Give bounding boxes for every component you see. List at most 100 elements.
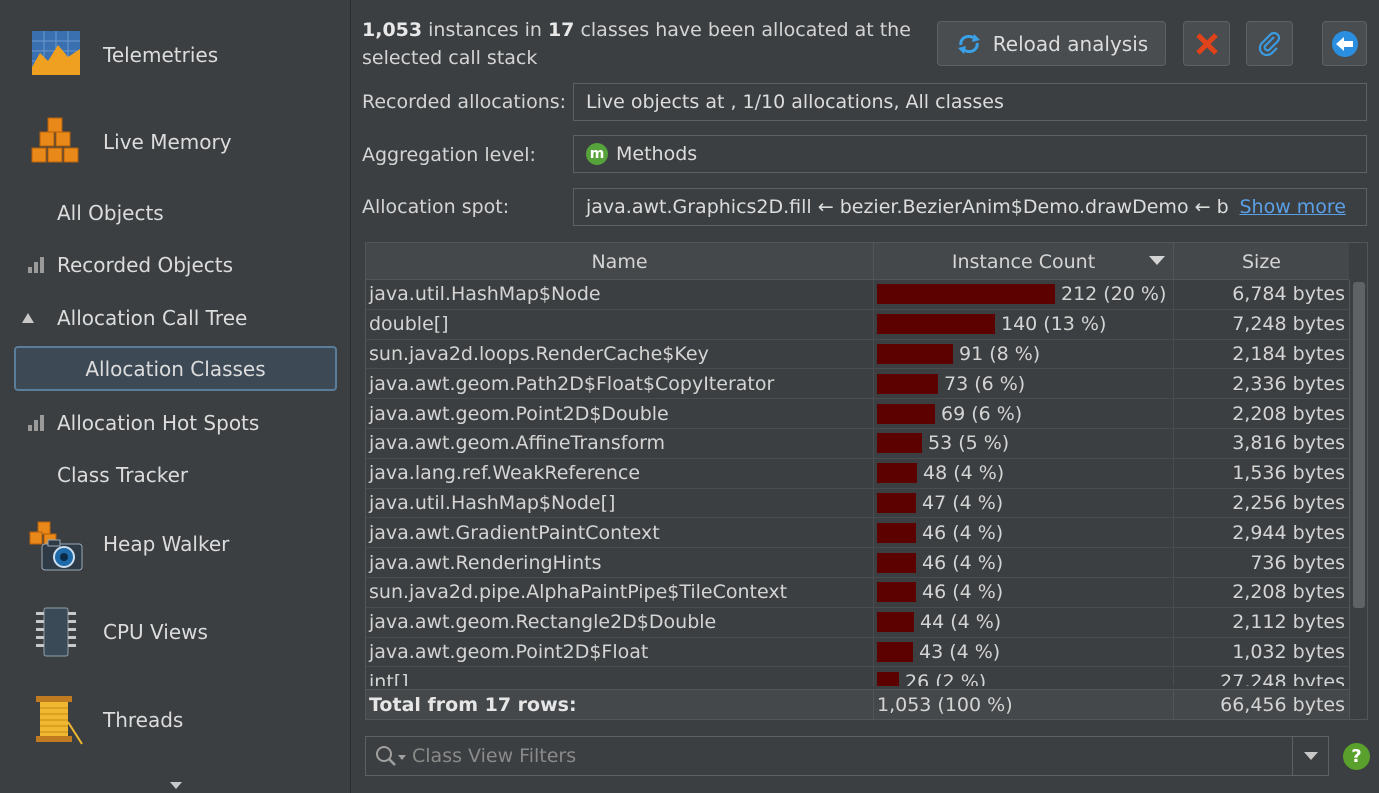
column-header-instance-count[interactable]: Instance Count [874,243,1174,280]
count-bar [877,552,916,573]
table-row[interactable]: int[] 26 (2 %) 27,248 bytes [366,667,1349,686]
size-cell: 27,248 bytes [1220,670,1345,686]
size-cell: 2,256 bytes [1232,491,1345,514]
recording-bars-icon [28,415,44,431]
sidebar-item-label: Telemetries [103,43,219,67]
show-more-link[interactable]: Show more [1231,196,1346,218]
expand-triangle-icon[interactable] [22,313,34,323]
cancel-button[interactable] [1183,21,1230,66]
instance-count-text: 212 (20 %) [1061,283,1167,306]
sidebar-item-allocation-hot-spots[interactable]: Allocation Hot Spots [0,403,351,443]
table-row[interactable]: java.awt.GradientPaintContext 46 (4 %) 2,9… [366,518,1349,549]
scroll-down-icon[interactable] [170,782,182,789]
instance-count-cell: 53 (5 %) [874,428,1174,458]
instance-count: 1,053 [362,19,423,41]
summary-text-part: instances in [422,19,548,41]
sidebar-item-live-memory[interactable]: Live Memory [0,102,351,182]
class-name-cell: java.awt.geom.AffineTransform [366,428,874,458]
column-header-name[interactable]: Name [366,243,874,280]
instance-count-text: 46 (4 %) [922,521,1004,544]
size-cell: 736 bytes [1250,551,1345,574]
sidebar-item-class-tracker[interactable]: Class Tracker [0,455,351,495]
main-panel: 1,053 instances in 17 classes have been … [352,0,1379,793]
sidebar-item-threads[interactable]: Threads [0,680,351,760]
sidebar: Telemetries Live Memory All Objects Reco… [0,0,351,793]
sidebar-item-label: All Objects [57,201,164,225]
table-row[interactable]: sun.java2d.loops.RenderCache$Key 91 (8 %)… [366,339,1349,370]
reload-analysis-button[interactable]: Reload analysis [937,21,1166,66]
footer-total-count: 1,053 (100 %) [874,690,1174,719]
recorded-allocations-field[interactable]: Live objects at , 1/10 allocations, All … [573,83,1367,121]
class-view-filter [365,736,1329,776]
attach-button[interactable] [1246,21,1293,66]
count-bar [877,314,995,335]
recorded-allocations-label: Recorded allocations: [362,91,567,113]
close-icon [1195,32,1218,55]
back-button[interactable] [1322,21,1367,66]
sidebar-item-heap-walker[interactable]: Heap Walker [0,504,351,584]
table-row[interactable]: java.awt.geom.Path2D$Float$CopyIterator 7… [366,369,1349,400]
table-row[interactable]: java.awt.RenderingHints 46 (4 %) 736 bytes [366,548,1349,578]
allocation-spot-label: Allocation spot: [362,196,510,218]
count-bar [877,522,916,543]
sidebar-item-allocation-call-tree[interactable]: Allocation Call Tree [0,298,351,338]
sidebar-item-label: CPU Views [103,620,208,644]
help-icon[interactable]: ? [1343,743,1370,770]
size-cell: 6,784 bytes [1232,283,1345,306]
reload-icon [957,33,980,54]
instance-count-text: 73 (6 %) [944,372,1026,395]
class-name-cell: java.awt.geom.Path2D$Float$CopyIterator [366,369,874,399]
footer-total-size: 66,456 bytes [1220,693,1345,716]
instance-count-text: 46 (4 %) [922,551,1004,574]
aggregation-level-field[interactable]: m Methods [573,135,1367,173]
instance-count-cell: 140 (13 %) [874,309,1174,339]
allocation-spot-field[interactable]: java.awt.Graphics2D.fill ← bezier.Bezier… [573,188,1367,226]
table-body: java.util.HashMap$Node 212 (20 %) 6,784 by… [366,280,1349,686]
telemetries-icon [32,31,80,75]
sidebar-item-allocation-classes[interactable]: Allocation Classes [14,346,337,391]
aggregation-level-value: Methods [616,143,698,165]
size-cell: 1,536 bytes [1232,462,1345,485]
class-name-cell: java.lang.ref.WeakReference [366,458,874,488]
count-bar [877,403,935,424]
sidebar-item-recorded-objects[interactable]: Recorded Objects [0,245,351,285]
arrow-left-icon [1331,30,1358,57]
size-cell: 2,112 bytes [1232,611,1345,634]
instance-count-text: 91 (8 %) [959,342,1041,365]
count-bar [877,492,916,513]
table-row[interactable]: java.util.HashMap$Node 212 (20 %) 6,784 by… [366,280,1349,310]
table-footer: Total from 17 rows: 1,053 (100 %) 66,456… [366,689,1349,719]
allocation-classes-table: Name Instance Count Size java.util.HashM… [365,242,1368,720]
scrollbar-thumb[interactable] [1353,282,1365,608]
table-row[interactable]: sun.java2d.pipe.AlphaPaintPipe$TileConte… [366,577,1349,608]
table-row[interactable]: double[] 140 (13 %) 7,248 bytes [366,309,1349,340]
sidebar-item-label: Recorded Objects [57,253,234,277]
sidebar-item-all-objects[interactable]: All Objects [0,193,351,233]
count-bar [877,284,1055,305]
table-row[interactable]: java.lang.ref.WeakReference 48 (4 %) 1,536… [366,458,1349,489]
class-view-filter-input[interactable] [412,745,1272,767]
summary-text: 1,053 instances in 17 classes have been … [362,16,922,72]
sidebar-item-label: Threads [103,708,184,732]
column-header-size[interactable]: Size [1174,243,1349,280]
size-cell: 2,336 bytes [1232,372,1345,395]
instance-count-text: 44 (4 %) [920,611,1002,634]
table-row[interactable]: java.awt.geom.Point2D$Double 69 (6 %) 2,20… [366,399,1349,429]
live-memory-icon [31,117,79,163]
sidebar-item-cpu-views[interactable]: CPU Views [0,592,351,672]
table-row[interactable]: java.awt.geom.AffineTransform 53 (5 %) 3,8… [366,428,1349,459]
search-icon[interactable] [374,744,408,768]
table-row[interactable]: java.awt.geom.Rectangle2D$Double 44 (4 %)… [366,607,1349,638]
table-row[interactable]: java.awt.geom.Point2D$Float 43 (4 %) 1,032… [366,637,1349,668]
vertical-scrollbar[interactable] [1349,280,1367,719]
instance-count-cell: 73 (6 %) [874,369,1174,399]
reload-button-label: Reload analysis [992,31,1149,56]
sidebar-item-telemetries[interactable]: Telemetries [0,15,351,95]
paperclip-icon [1258,31,1280,56]
column-header-label: Name [591,250,648,273]
table-row[interactable]: java.util.HashMap$Node[] 47 (4 %) 2,256 by… [366,488,1349,519]
size-cell: 2,208 bytes [1232,402,1345,425]
column-header-label: Size [1241,250,1281,273]
filter-dropdown-button[interactable] [1292,737,1328,775]
instance-count-cell: 212 (20 %) [874,280,1174,309]
